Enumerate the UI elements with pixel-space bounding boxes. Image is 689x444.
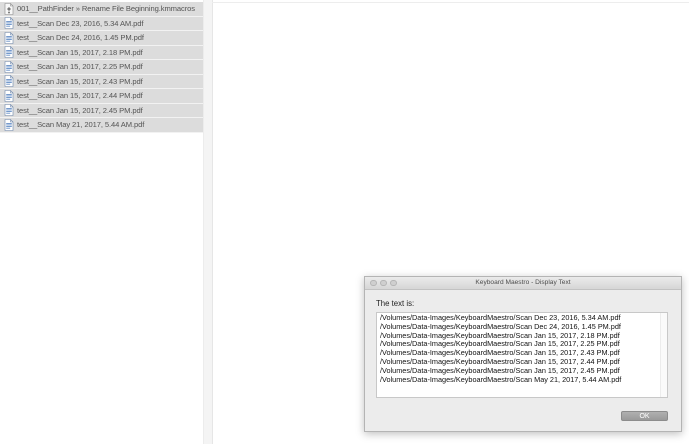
- file-name: test__Scan Dec 24, 2016, 1.45 PM.pdf: [17, 33, 144, 43]
- file-name: 001__PathFinder » Rename File Beginning.…: [17, 4, 195, 14]
- display-text-area[interactable]: /Volumes/Data-Images/KeyboardMaestro/Sca…: [376, 312, 668, 398]
- file-list: 001__PathFinder » Rename File Beginning.…: [0, 2, 203, 133]
- text-line: /Volumes/Data-Images/KeyboardMaestro/Sca…: [380, 374, 622, 384]
- pane-gutter: [204, 0, 213, 444]
- file-row[interactable]: test__Scan Dec 23, 2016, 5.34 AM.pdf: [0, 16, 203, 31]
- file-name: test__Scan Dec 23, 2016, 5.34 AM.pdf: [17, 18, 144, 28]
- file-name: test__Scan Jan 15, 2017, 2.18 PM.pdf: [17, 47, 143, 57]
- pdf-file-icon: [4, 60, 14, 73]
- file-row[interactable]: test__Scan Dec 24, 2016, 1.45 PM.pdf: [0, 31, 203, 46]
- pdf-file-icon: [4, 17, 14, 30]
- pdf-file-icon: [4, 46, 14, 59]
- display-text-dialog: Keyboard Maestro - Display Text The text…: [364, 276, 682, 432]
- file-row[interactable]: test__Scan Jan 15, 2017, 2.18 PM.pdf: [0, 45, 203, 60]
- file-row[interactable]: 001__PathFinder » Rename File Beginning.…: [0, 2, 203, 17]
- file-row[interactable]: test__Scan Jan 15, 2017, 2.25 PM.pdf: [0, 60, 203, 75]
- ok-button[interactable]: OK: [621, 411, 668, 421]
- file-name: test__Scan Jan 15, 2017, 2.44 PM.pdf: [17, 91, 143, 101]
- file-row[interactable]: test__Scan Jan 15, 2017, 2.43 PM.pdf: [0, 74, 203, 89]
- file-row[interactable]: test__Scan May 21, 2017, 5.44 AM.pdf: [0, 118, 203, 133]
- file-row[interactable]: test__Scan Jan 15, 2017, 2.44 PM.pdf: [0, 89, 203, 104]
- file-row[interactable]: test__Scan Jan 15, 2017, 2.45 PM.pdf: [0, 103, 203, 118]
- pdf-file-icon: [4, 118, 14, 131]
- text-area-scrollbar[interactable]: [660, 313, 667, 397]
- screen: 001__PathFinder » Rename File Beginning.…: [0, 0, 689, 444]
- file-name: test__Scan Jan 15, 2017, 2.43 PM.pdf: [17, 76, 143, 86]
- content-area-edge: [212, 2, 689, 3]
- file-browser-pane: 001__PathFinder » Rename File Beginning.…: [0, 0, 203, 444]
- dialog-prompt: The text is:: [376, 299, 415, 308]
- file-name: test__Scan Jan 15, 2017, 2.25 PM.pdf: [17, 62, 143, 72]
- file-name: test__Scan Jan 15, 2017, 2.45 PM.pdf: [17, 105, 143, 115]
- pdf-file-icon: [4, 31, 14, 44]
- pdf-file-icon: [4, 75, 14, 88]
- dialog-title: Keyboard Maestro - Display Text: [475, 279, 571, 286]
- macro-file-icon: [4, 2, 14, 15]
- dialog-titlebar[interactable]: Keyboard Maestro - Display Text: [365, 277, 681, 290]
- pdf-file-icon: [4, 89, 14, 102]
- file-name: test__Scan May 21, 2017, 5.44 AM.pdf: [17, 120, 145, 130]
- pdf-file-icon: [4, 104, 14, 117]
